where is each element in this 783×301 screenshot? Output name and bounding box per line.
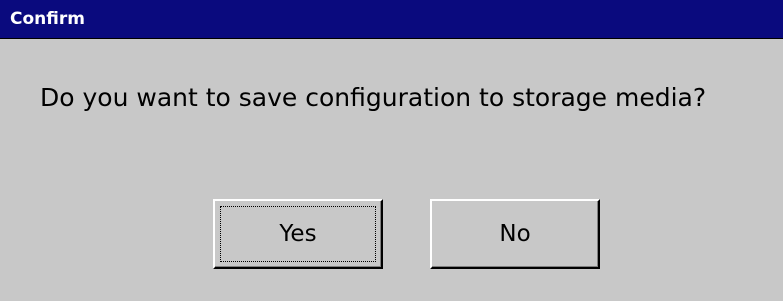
title-separator [0, 38, 783, 39]
yes-button-label: Yes [279, 221, 317, 247]
yes-button[interactable]: Yes [213, 199, 383, 269]
dialog-title-bar: Confirm [0, 0, 783, 38]
confirm-dialog: Confirm Do you want to save configuratio… [0, 0, 783, 301]
no-button-label: No [499, 221, 531, 247]
dialog-title: Confirm [10, 9, 85, 29]
dialog-message: Do you want to save configuration to sto… [40, 83, 707, 112]
no-button[interactable]: No [430, 199, 600, 269]
